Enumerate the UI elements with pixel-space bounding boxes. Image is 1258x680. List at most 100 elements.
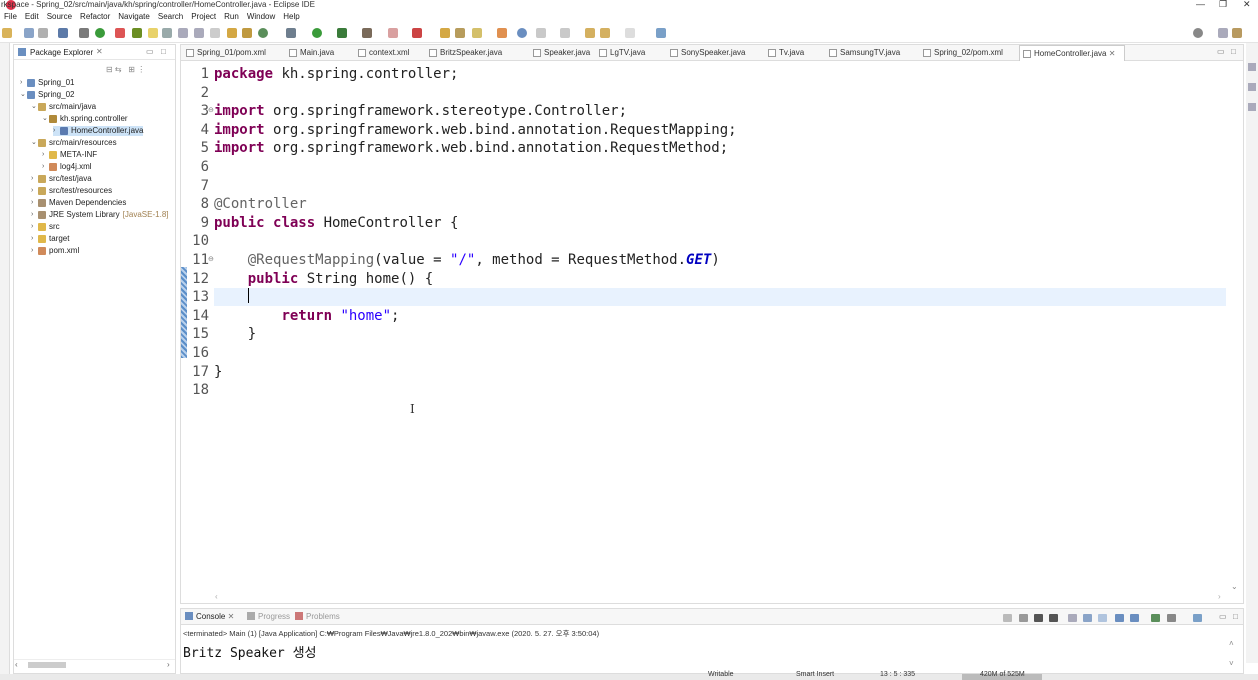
pen-icon[interactable] xyxy=(472,28,482,38)
search-tool-icon[interactable] xyxy=(455,28,465,38)
fold-icon[interactable]: ⊖ xyxy=(208,255,214,263)
collapsed-chevron-icon[interactable]: › xyxy=(53,126,60,136)
tree-item[interactable]: › src/test/java xyxy=(31,174,92,184)
collapsed-chevron-icon[interactable]: › xyxy=(20,78,27,88)
scroll-lock-icon[interactable] xyxy=(1083,614,1092,622)
close-button[interactable]: ✕ xyxy=(1243,0,1251,9)
remove-all-icon[interactable] xyxy=(1049,614,1058,622)
minimize-console-icon[interactable]: ▭ xyxy=(1219,612,1227,621)
expanded-chevron-icon[interactable]: ⌄ xyxy=(31,138,38,148)
collapse-all-icon[interactable]: ⊟ ⇆ ⊞ ⋮ xyxy=(106,65,145,74)
menu-file[interactable]: File xyxy=(0,11,21,24)
editor-horizontal-scrollbar[interactable]: ‹ › xyxy=(213,592,1230,602)
prev-annotation-icon[interactable] xyxy=(560,28,570,38)
outline-icon[interactable] xyxy=(1248,63,1256,71)
tree-item[interactable]: › META-INF xyxy=(42,150,97,160)
minimize-view-icon[interactable]: ▭ xyxy=(146,47,154,56)
tree-item[interactable]: › target xyxy=(31,234,69,244)
menu-edit[interactable]: Edit xyxy=(21,11,43,24)
print-icon[interactable] xyxy=(38,28,48,38)
new-class-icon[interactable] xyxy=(258,28,268,38)
editor-tab[interactable]: SonySpeaker.java xyxy=(667,45,762,61)
menu-search[interactable]: Search xyxy=(154,11,187,24)
editor-tab[interactable]: context.xml xyxy=(355,45,423,61)
menu-project[interactable]: Project xyxy=(187,11,220,24)
console-scroll-up[interactable]: ˄ xyxy=(1229,639,1234,648)
collapsed-chevron-icon[interactable]: › xyxy=(31,246,38,256)
minimize-editor-icon[interactable]: ▭ xyxy=(1217,47,1225,56)
stop-icon[interactable] xyxy=(388,28,398,38)
task-icon[interactable] xyxy=(497,28,507,38)
open-console-icon[interactable] xyxy=(1193,614,1202,622)
servers-icon[interactable] xyxy=(1248,103,1256,111)
editor-tab[interactable]: Main.java xyxy=(286,45,352,61)
new-icon[interactable] xyxy=(2,28,12,38)
server-icon[interactable] xyxy=(412,28,422,38)
menu-navigate[interactable]: Navigate xyxy=(114,11,154,24)
debug-icon[interactable] xyxy=(95,28,105,38)
debug-run-icon[interactable] xyxy=(286,28,296,38)
task-list-icon[interactable] xyxy=(1248,83,1256,91)
java-ee-perspective-icon[interactable] xyxy=(1232,28,1242,38)
show-on-output-icon[interactable] xyxy=(1115,614,1124,622)
forward-icon[interactable] xyxy=(625,28,635,38)
expanded-chevron-icon[interactable]: ⌄ xyxy=(42,114,49,124)
last-edit-icon[interactable] xyxy=(600,28,610,38)
show-on-error-icon[interactable] xyxy=(1130,614,1139,622)
tree-item[interactable]: › JRE System Library [JavaSE-1.8] xyxy=(31,210,169,220)
mark-occurrences-icon[interactable] xyxy=(148,28,158,38)
toggle-icon[interactable] xyxy=(162,28,172,38)
tree-item[interactable]: ⌄ src/main/resources xyxy=(31,138,117,148)
menu-run[interactable]: Run xyxy=(220,11,243,24)
editor-tab[interactable]: HomeController.java ✕ xyxy=(1019,45,1125,61)
tree-item[interactable]: ⌄ Spring_02 xyxy=(20,90,74,100)
console-tab[interactable]: Console ✕ xyxy=(185,612,234,621)
maximize-view-icon[interactable]: □ xyxy=(161,47,166,56)
run-icon[interactable] xyxy=(312,28,322,38)
remove-launch-icon[interactable] xyxy=(1034,614,1043,622)
refresh-icon[interactable] xyxy=(115,28,125,38)
menu-source[interactable]: Source xyxy=(43,11,76,24)
collapsed-chevron-icon[interactable]: › xyxy=(42,150,49,160)
code-area[interactable]: package kh.spring.controller; import org.… xyxy=(214,62,1226,592)
tree-item[interactable]: › src xyxy=(31,222,60,232)
terminate-icon[interactable] xyxy=(1019,614,1028,622)
block-selection-icon[interactable] xyxy=(194,28,204,38)
clear-console-icon[interactable] xyxy=(1003,614,1012,622)
editor-vertical-scrollbar[interactable]: ⌄ xyxy=(1230,62,1240,592)
editor-tab[interactable]: SamsungTV.java xyxy=(826,45,916,61)
collapsed-chevron-icon[interactable]: › xyxy=(31,174,38,184)
tree-item[interactable]: › Maven Dependencies xyxy=(31,198,126,208)
menu-help[interactable]: Help xyxy=(279,11,303,24)
menu-window[interactable]: Window xyxy=(243,11,279,24)
fold-icon[interactable]: ⊖ xyxy=(208,106,214,114)
package-explorer-scrollbar[interactable]: ‹ › xyxy=(14,659,175,669)
editor-tab[interactable]: Tv.java xyxy=(765,45,823,61)
save-icon[interactable] xyxy=(24,28,34,38)
editor-tab[interactable]: LgTV.java xyxy=(596,45,664,61)
collapsed-chevron-icon[interactable]: › xyxy=(31,198,38,208)
expanded-chevron-icon[interactable]: ⌄ xyxy=(31,102,38,112)
minimize-button[interactable]: — xyxy=(1196,0,1205,9)
editor-tab[interactable]: Spring_01/pom.xml xyxy=(183,45,283,61)
globe-icon[interactable] xyxy=(517,28,527,38)
collapsed-chevron-icon[interactable]: › xyxy=(31,222,38,232)
console-tab[interactable]: Problems xyxy=(295,612,340,621)
editor-tab[interactable]: Spring_02/pom.xml xyxy=(920,45,1016,61)
word-wrap-icon[interactable] xyxy=(1098,614,1107,622)
collapsed-chevron-icon[interactable]: › xyxy=(31,186,38,196)
menu-refactor[interactable]: Refactor xyxy=(76,11,114,24)
tree-item[interactable]: ⌄ src/main/java xyxy=(31,102,96,112)
tree-item[interactable]: › HomeController.java xyxy=(53,126,144,136)
show-whitespace-icon[interactable] xyxy=(178,28,188,38)
external-tools-icon[interactable] xyxy=(362,28,372,38)
package-icon[interactable] xyxy=(242,28,252,38)
close-tab-icon[interactable]: ✕ xyxy=(1106,49,1116,58)
back-icon[interactable] xyxy=(585,28,595,38)
maximize-editor-icon[interactable]: □ xyxy=(1231,47,1236,56)
expanded-chevron-icon[interactable]: ⌄ xyxy=(20,90,27,100)
terminal-icon[interactable] xyxy=(58,28,68,38)
maximize-button[interactable]: ❐ xyxy=(1219,0,1227,9)
console-tab[interactable]: Progress xyxy=(247,612,290,621)
paragraph-icon[interactable] xyxy=(210,28,220,38)
